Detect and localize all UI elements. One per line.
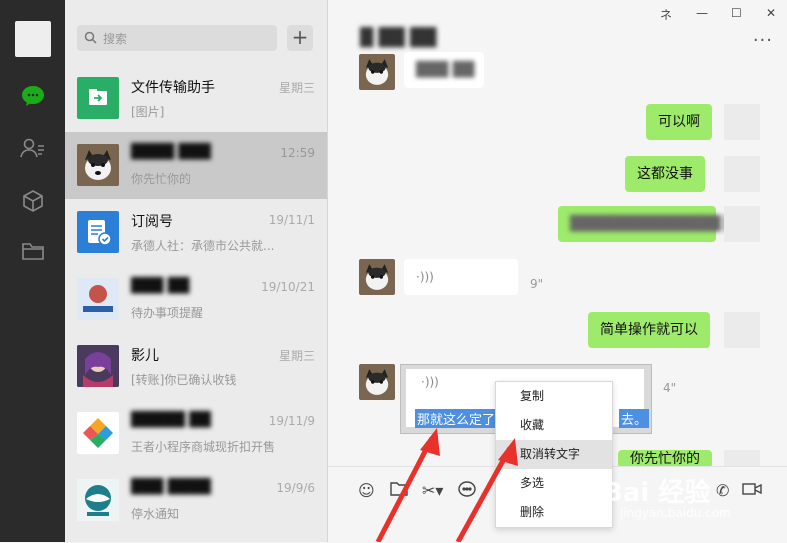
- annotation-arrows: [375, 428, 518, 542]
- watermark-url: jingyan.baidu.com: [620, 506, 731, 520]
- baidu-watermark: Bai 经验: [603, 478, 711, 508]
